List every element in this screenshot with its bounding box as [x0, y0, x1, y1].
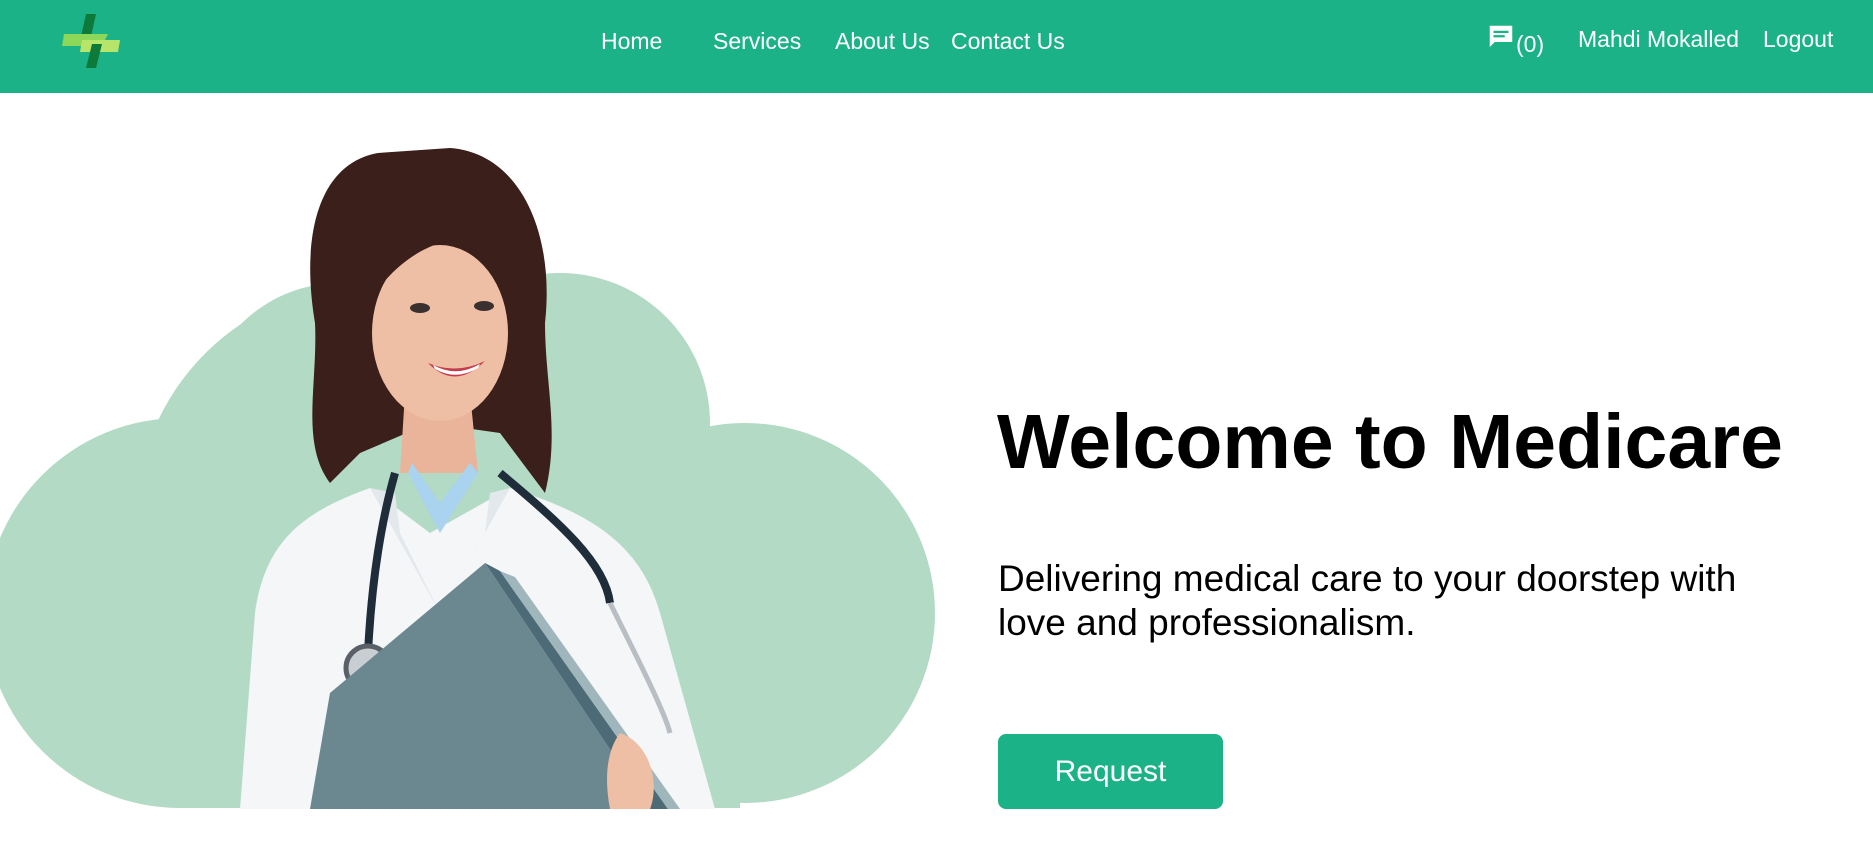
messages-count: (0) [1516, 31, 1545, 57]
medical-cross-logo[interactable] [62, 14, 122, 68]
user-name[interactable]: Mahdi Mokalled [1578, 26, 1739, 53]
doctor-illustration [0, 148, 940, 809]
logout-link[interactable]: Logout [1763, 26, 1833, 53]
chat-bubble-icon [1489, 25, 1513, 47]
hero-title: Welcome to Medicare [997, 399, 1783, 485]
hero-image [0, 93, 940, 809]
messages-button[interactable]: (0) [1486, 22, 1544, 58]
nav-about-us[interactable]: About Us [835, 28, 930, 55]
nav-services[interactable]: Services [713, 28, 801, 55]
top-navbar: Home Services About Us Contact Us (0) Ma… [0, 0, 1873, 93]
nav-contact-us[interactable]: Contact Us [951, 28, 1065, 55]
nav-home[interactable]: Home [601, 28, 662, 55]
hero-subtitle: Delivering medical care to your doorstep… [998, 558, 1737, 643]
request-button[interactable]: Request [998, 734, 1223, 809]
